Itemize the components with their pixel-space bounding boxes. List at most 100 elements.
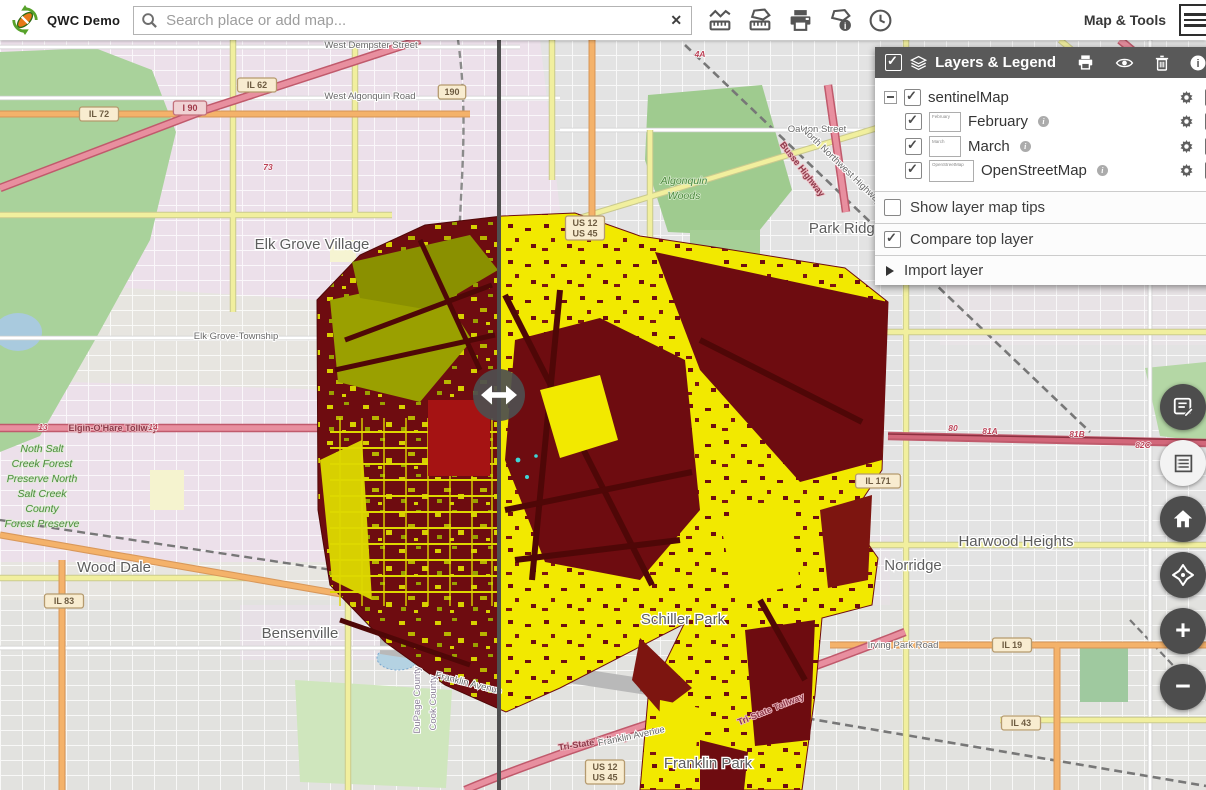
layer-row-openstreetmap[interactable]: OpenStreetMap OpenStreetMap i (875, 159, 1206, 184)
map-area-label: Woods (668, 190, 701, 202)
panel-visibility-checkbox[interactable] (885, 54, 902, 71)
zoom-in-button[interactable]: + (1160, 608, 1206, 654)
app-title: QWC Demo (47, 13, 120, 28)
svg-text:US 12: US 12 (592, 762, 617, 772)
layers-legend-panel: Layers & Legend i (875, 47, 1206, 285)
search-clear-button[interactable]: ✕ (668, 12, 684, 29)
map-place-label: Schiller Park (641, 611, 726, 628)
layer-label[interactable]: OpenStreetMap (981, 162, 1087, 179)
layer-info-icon[interactable]: i (1020, 141, 1031, 152)
home-icon (1172, 508, 1194, 530)
attribute-table-button[interactable] (1160, 440, 1206, 486)
expand-arrow-icon (886, 266, 894, 276)
print-icon (788, 8, 813, 33)
plus-icon: + (1175, 617, 1191, 644)
map-place-label: Park Ridge (809, 220, 883, 237)
svg-text:US 45: US 45 (592, 773, 617, 783)
top-bar: QWC Demo ✕ (0, 0, 1206, 40)
route-shield: IL 171 (856, 474, 901, 488)
search-box[interactable]: ✕ (133, 6, 692, 35)
layer-settings-gear-icon[interactable] (1179, 114, 1194, 129)
measure-area-button[interactable] (747, 7, 773, 33)
app-logo[interactable]: QWC Demo (0, 5, 133, 35)
map-area-label: Preserve North (7, 473, 78, 485)
print-button[interactable] (787, 7, 813, 33)
map-tips-checkbox[interactable] (884, 199, 901, 216)
qwc-compass-icon (10, 5, 40, 35)
layer-row-february[interactable]: February February i (875, 110, 1206, 135)
measure-line-button[interactable] (707, 7, 733, 33)
zoom-out-button[interactable]: − (1160, 664, 1206, 710)
layer-checkbox-february[interactable] (905, 113, 922, 130)
layer-label[interactable]: February (968, 113, 1028, 130)
import-layer-expander[interactable]: Import layer (875, 255, 1206, 285)
report-tool-button[interactable] (1160, 384, 1206, 430)
layer-info-icon[interactable]: i (1097, 165, 1108, 176)
svg-text:i: i (843, 20, 846, 30)
svg-text:IL 171: IL 171 (865, 476, 890, 486)
map-exit-label: 13 (38, 422, 48, 432)
time-manager-button[interactable] (867, 7, 893, 33)
map-street-label: Oakton Street (788, 124, 847, 135)
identify-region-button[interactable]: i (827, 7, 853, 33)
minus-icon: − (1175, 673, 1191, 700)
map-street-label: West Algonquin Road (324, 91, 415, 102)
svg-text:IL 62: IL 62 (247, 80, 267, 90)
map-area-label: Salt Creek (17, 488, 67, 500)
show-map-tips-option[interactable]: Show layer map tips (875, 191, 1206, 223)
layers-legend-header[interactable]: Layers & Legend i (875, 47, 1206, 78)
identify-region-icon: i (828, 8, 853, 33)
svg-text:IL 19: IL 19 (1002, 640, 1022, 650)
layer-checkbox-openstreetmap[interactable] (905, 162, 922, 179)
layer-row-march[interactable]: March March i (875, 134, 1206, 159)
legend-thumbnail: March (929, 136, 961, 157)
panel-title: Layers & Legend (935, 54, 1056, 71)
table-list-icon (1173, 453, 1194, 474)
map-area-label: County (25, 503, 59, 515)
clock-icon (868, 8, 893, 33)
svg-text:I 90: I 90 (182, 103, 197, 113)
layer-checkbox-march[interactable] (905, 138, 922, 155)
map-exit-label: 81A (982, 426, 998, 436)
locate-icon (1171, 563, 1195, 587)
layer-settings-gear-icon[interactable] (1179, 139, 1194, 154)
map-place-label: Wood Dale (77, 559, 151, 576)
layer-tree: sentinelMap February February i (875, 78, 1206, 191)
option-label: Show layer map tips (910, 199, 1045, 216)
route-shield: IL 72 (80, 107, 119, 121)
clear-layers-button[interactable] (1155, 55, 1169, 71)
search-input[interactable] (164, 11, 668, 30)
map-exit-label: 81B (1069, 429, 1085, 439)
map-area-label: Creek Forest (12, 458, 74, 470)
layer-settings-gear-icon[interactable] (1179, 163, 1194, 178)
layer-label[interactable]: sentinelMap (928, 89, 1009, 106)
map-street-label: Cook County (428, 675, 439, 730)
map-exit-label: 73 (263, 162, 273, 172)
map-area-label: Noth Salt (20, 443, 64, 455)
locate-position-button[interactable] (1160, 552, 1206, 598)
measure-area-icon (748, 8, 773, 33)
compare-checkbox[interactable] (884, 231, 901, 248)
toolbar: i (707, 7, 893, 33)
layer-row-sentinelmap[interactable]: sentinelMap (875, 85, 1206, 110)
svg-text:190: 190 (444, 87, 459, 97)
collapse-expander-icon[interactable] (884, 91, 897, 104)
hamburger-menu-button[interactable] (1179, 4, 1206, 36)
layer-settings-gear-icon[interactable] (1179, 90, 1194, 105)
toggle-all-visibility-button[interactable] (1115, 56, 1134, 70)
panel-info-button[interactable]: i (1190, 55, 1206, 71)
map-exit-label: 82C (1135, 440, 1151, 450)
compare-top-layer-option[interactable]: Compare top layer (875, 223, 1206, 255)
home-button[interactable] (1160, 496, 1206, 542)
print-legend-button[interactable] (1077, 54, 1094, 71)
layer-label[interactable]: March (968, 138, 1010, 155)
legend-thumbnail: February (929, 112, 961, 133)
map-exit-label: 80 (948, 423, 958, 433)
legend-thumbnail: OpenStreetMap (929, 160, 974, 183)
map-street-label: West Dempster Street (324, 40, 418, 51)
option-label: Compare top layer (910, 231, 1033, 248)
layer-info-icon[interactable]: i (1038, 116, 1049, 127)
map-street-label: Elk Grove-Township (194, 331, 278, 342)
layers-icon (910, 54, 927, 72)
layer-checkbox-sentinelmap[interactable] (904, 89, 921, 106)
